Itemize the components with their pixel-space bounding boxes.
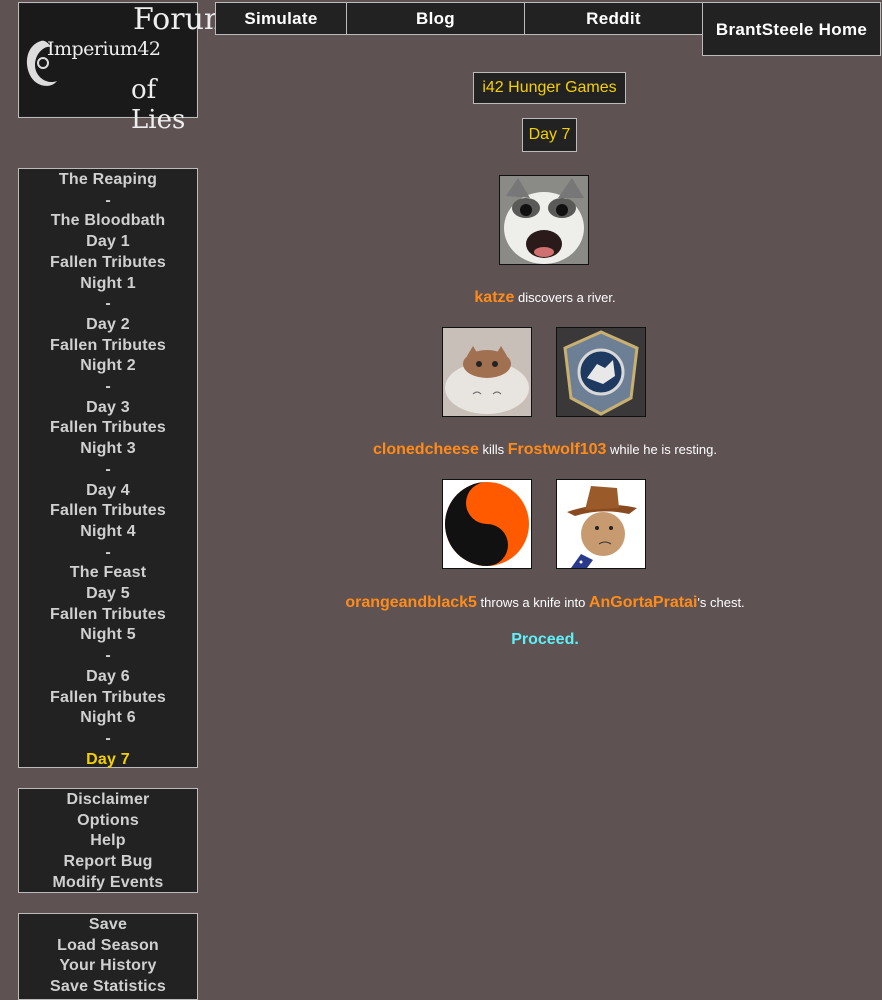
options-link[interactable]: Options <box>19 811 197 832</box>
event-text: while he is resting. <box>606 442 717 457</box>
nav-night-5[interactable]: Night 5 <box>19 625 197 646</box>
help-link[interactable]: Help <box>19 831 197 852</box>
nav-night-1[interactable]: Night 1 <box>19 274 197 295</box>
forum-of-lies-logo: Forum of Lies <box>129 3 232 136</box>
nav-separator: - <box>105 191 111 209</box>
save-menu: Save Load Season Your History Save Stati… <box>18 913 198 1000</box>
nav-day-7-current[interactable]: Day 7 <box>19 750 197 771</box>
nav-separator: - <box>105 460 111 478</box>
katze-avatar <box>499 175 589 265</box>
modify-events-link[interactable]: Modify Events <box>19 873 197 894</box>
nav-day-3[interactable]: Day 3 <box>19 398 197 419</box>
nav-bloodbath[interactable]: The Bloodbath <box>19 211 197 232</box>
player-name: clonedcheese <box>373 441 479 458</box>
nav-day-2[interactable]: Day 2 <box>19 315 197 336</box>
nav-feast[interactable]: The Feast <box>19 563 197 584</box>
event-text: 's chest. <box>697 595 745 610</box>
brantsteele-home-link[interactable]: BrantSteele Home <box>702 2 881 56</box>
player-name: katze <box>474 289 515 306</box>
player-name: AnGortaPratai <box>588 594 698 611</box>
player-name: Frostwolf103 <box>507 441 607 458</box>
nav-night-6[interactable]: Night 6 <box>19 708 197 729</box>
nav-day-4[interactable]: Day 4 <box>19 481 197 502</box>
game-title: i42 Hunger Games <box>473 72 626 104</box>
nav-fallen-6[interactable]: Fallen Tributes <box>19 688 197 709</box>
simulate-link[interactable]: Simulate <box>215 2 347 35</box>
nav-day-6[interactable]: Day 6 <box>19 667 197 688</box>
event-text: kills <box>478 442 508 457</box>
load-season-link[interactable]: Load Season <box>19 936 197 957</box>
event-text: throws a knife into <box>476 595 589 610</box>
info-menu: Disclaimer Options Help Report Bug Modif… <box>18 788 198 893</box>
save-statistics-link[interactable]: Save Statistics <box>19 977 197 998</box>
nav-fallen-1[interactable]: Fallen Tributes <box>19 253 197 274</box>
event-1: katze discovers a river. <box>215 289 875 307</box>
event-text: discovers a river. <box>514 290 616 305</box>
nav-fallen-4[interactable]: Fallen Tributes <box>19 501 197 522</box>
event-2: clonedcheese kills Frostwolf103 while he… <box>215 441 875 459</box>
yin-yang-icon <box>443 480 531 568</box>
nav-night-4[interactable]: Night 4 <box>19 522 197 543</box>
proceed-link[interactable]: Proceed. <box>215 631 875 649</box>
nav-separator: - <box>105 729 111 747</box>
reddit-link[interactable]: Reddit <box>524 2 703 35</box>
your-history-link[interactable]: Your History <box>19 956 197 977</box>
nav-fallen-2[interactable]: Fallen Tributes <box>19 336 197 357</box>
player-name: orangeandblack5 <box>345 594 477 611</box>
save-link[interactable]: Save <box>19 915 197 936</box>
day-title: Day 7 <box>522 118 577 152</box>
nav-day-1[interactable]: Day 1 <box>19 232 197 253</box>
nav-separator: - <box>105 295 111 313</box>
nav-night-3[interactable]: Night 3 <box>19 439 197 460</box>
nav-fallen-5[interactable]: Fallen Tributes <box>19 605 197 626</box>
disclaimer-link[interactable]: Disclaimer <box>19 790 197 811</box>
angortapratai-avatar <box>556 479 646 569</box>
nav-separator: - <box>105 378 111 396</box>
wolf-emblem-image <box>557 328 645 416</box>
nav-separator: - <box>105 647 111 665</box>
logo-of-lies-text: of Lies <box>131 75 186 135</box>
nav-separator: - <box>105 543 111 561</box>
frostwolf103-avatar <box>556 327 646 417</box>
orangeandblack5-avatar <box>442 479 532 569</box>
nav-day-5[interactable]: Day 5 <box>19 584 197 605</box>
cowboy-man-image <box>557 480 645 568</box>
cat-on-seal-pillow-image <box>443 328 531 416</box>
clonedcheese-avatar <box>442 327 532 417</box>
event-3: orangeandblack5 throws a knife into AnGo… <box>215 594 875 612</box>
report-bug-link[interactable]: Report Bug <box>19 852 197 873</box>
nav-night-2[interactable]: Night 2 <box>19 356 197 377</box>
nav-reaping[interactable]: The Reaping <box>19 170 197 191</box>
nav-fallen-3[interactable]: Fallen Tributes <box>19 418 197 439</box>
site-logo[interactable]: Imperium42 Forum of Lies <box>18 2 232 136</box>
season-navigation: The Reaping - The Bloodbath Day 1 Fallen… <box>18 168 198 768</box>
crying-cat-image <box>500 176 588 264</box>
blog-link[interactable]: Blog <box>346 2 525 35</box>
